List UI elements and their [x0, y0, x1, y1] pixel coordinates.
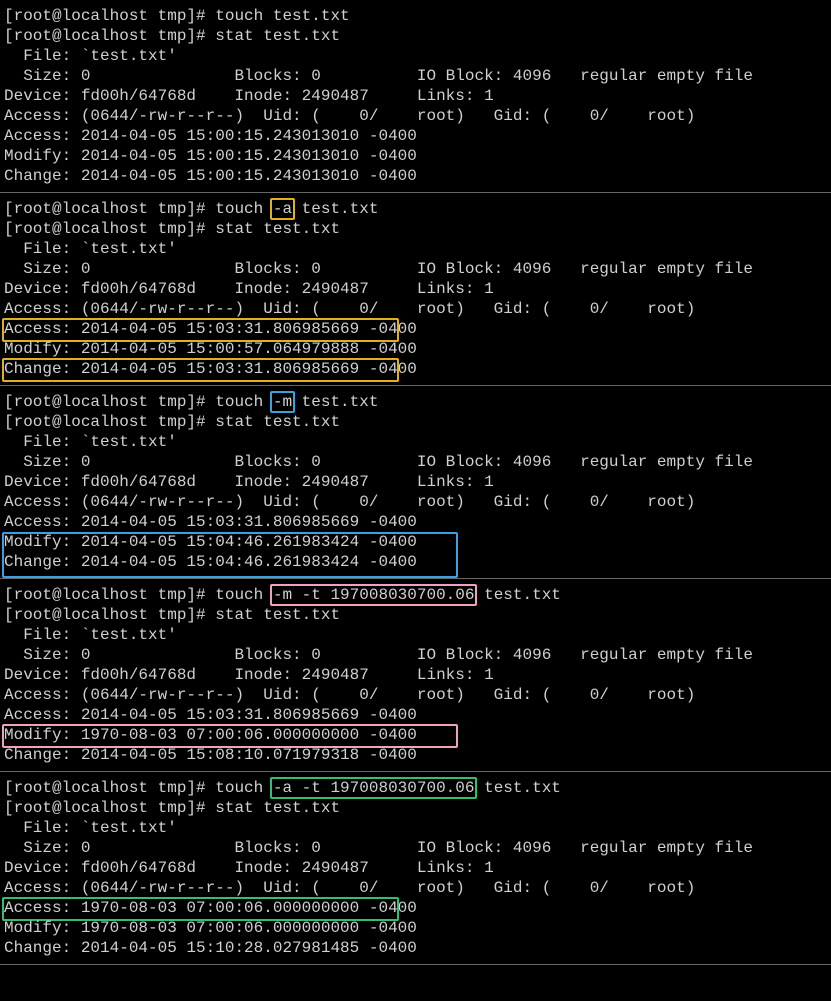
stat-file: File: `test.txt' — [4, 818, 831, 838]
stat-change: Change: 2014-04-05 15:03:31.806985669 -0… — [4, 359, 831, 379]
prompt-prefix: [root@localhost tmp]# touch — [4, 393, 273, 411]
touch-flag: -m -t 197008030700.06 — [273, 585, 475, 605]
stat-permissions: Access: (0644/-rw-r--r--) Uid: ( 0/ root… — [4, 492, 831, 512]
output-block-1: [root@localhost tmp]# touch -a test.txt[… — [0, 193, 831, 386]
stat-file: File: `test.txt' — [4, 432, 831, 452]
stat-file: File: `test.txt' — [4, 239, 831, 259]
stat-permissions: Access: (0644/-rw-r--r--) Uid: ( 0/ root… — [4, 106, 831, 126]
prompt-stat: [root@localhost tmp]# stat test.txt — [4, 605, 831, 625]
prompt-suffix: test.txt — [292, 393, 378, 411]
stat-device: Device: fd00h/64768d Inode: 2490487 Link… — [4, 858, 831, 878]
stat-access: Access: 2014-04-05 15:00:15.243013010 -0… — [4, 126, 831, 146]
flag-highlight — [270, 391, 295, 413]
prompt-touch: [root@localhost tmp]# touch test.txt — [4, 6, 831, 26]
stat-file: File: `test.txt' — [4, 625, 831, 645]
prompt-prefix: [root@localhost tmp]# touch — [4, 586, 273, 604]
stat-size: Size: 0 Blocks: 0 IO Block: 4096 regular… — [4, 66, 831, 86]
stat-device: Device: fd00h/64768d Inode: 2490487 Link… — [4, 86, 831, 106]
output-block-4: [root@localhost tmp]# touch -a -t 197008… — [0, 772, 831, 965]
prompt-stat: [root@localhost tmp]# stat test.txt — [4, 412, 831, 432]
stat-file: File: `test.txt' — [4, 46, 831, 66]
prompt-stat: [root@localhost tmp]# stat test.txt — [4, 219, 831, 239]
flag-highlight — [270, 777, 478, 799]
stat-size: Size: 0 Blocks: 0 IO Block: 4096 regular… — [4, 452, 831, 472]
stat-modify: Modify: 2014-04-05 15:00:15.243013010 -0… — [4, 146, 831, 166]
prompt-stat: [root@localhost tmp]# stat test.txt — [4, 26, 831, 46]
prompt-touch: [root@localhost tmp]# touch -a test.txt — [4, 199, 831, 219]
flag-highlight — [270, 198, 295, 220]
prompt-touch: [root@localhost tmp]# touch -a -t 197008… — [4, 778, 831, 798]
prompt-stat: [root@localhost tmp]# stat test.txt — [4, 798, 831, 818]
touch-flag: -m — [273, 392, 292, 412]
stat-device: Device: fd00h/64768d Inode: 2490487 Link… — [4, 665, 831, 685]
stat-permissions: Access: (0644/-rw-r--r--) Uid: ( 0/ root… — [4, 299, 831, 319]
flag-highlight — [270, 584, 478, 606]
stat-change: Change: 2014-04-05 15:00:15.243013010 -0… — [4, 166, 831, 186]
stat-change: Change: 2014-04-05 15:08:10.071979318 -0… — [4, 745, 831, 765]
stat-access: Access: 2014-04-05 15:03:31.806985669 -0… — [4, 705, 831, 725]
prompt-touch: [root@localhost tmp]# touch -m test.txt — [4, 392, 831, 412]
stat-device: Device: fd00h/64768d Inode: 2490487 Link… — [4, 279, 831, 299]
stat-modify: Modify: 2014-04-05 15:00:57.064979888 -0… — [4, 339, 831, 359]
stat-change: Change: 2014-04-05 15:10:28.027981485 -0… — [4, 938, 831, 958]
stat-access: Access: 2014-04-05 15:03:31.806985669 -0… — [4, 512, 831, 532]
stat-size: Size: 0 Blocks: 0 IO Block: 4096 regular… — [4, 259, 831, 279]
stat-size: Size: 0 Blocks: 0 IO Block: 4096 regular… — [4, 838, 831, 858]
stat-access: Access: 1970-08-03 07:00:06.000000000 -0… — [4, 898, 831, 918]
output-block-3: [root@localhost tmp]# touch -m -t 197008… — [0, 579, 831, 772]
terminal-output: [root@localhost tmp]# touch test.txt[roo… — [0, 0, 831, 965]
prompt-prefix: [root@localhost tmp]# touch — [4, 779, 273, 797]
stat-modify: Modify: 1970-08-03 07:00:06.000000000 -0… — [4, 725, 831, 745]
stat-modify: Modify: 2014-04-05 15:04:46.261983424 -0… — [4, 532, 831, 552]
touch-flag: -a -t 197008030700.06 — [273, 778, 475, 798]
stat-permissions: Access: (0644/-rw-r--r--) Uid: ( 0/ root… — [4, 685, 831, 705]
prompt-suffix: test.txt — [292, 200, 378, 218]
output-block-2: [root@localhost tmp]# touch -m test.txt[… — [0, 386, 831, 579]
stat-size: Size: 0 Blocks: 0 IO Block: 4096 regular… — [4, 645, 831, 665]
stat-access: Access: 2014-04-05 15:03:31.806985669 -0… — [4, 319, 831, 339]
highlight-box — [2, 358, 399, 382]
prompt-suffix: test.txt — [474, 586, 560, 604]
stat-device: Device: fd00h/64768d Inode: 2490487 Link… — [4, 472, 831, 492]
output-block-0: [root@localhost tmp]# touch test.txt[roo… — [0, 0, 831, 193]
stat-modify: Modify: 1970-08-03 07:00:06.000000000 -0… — [4, 918, 831, 938]
touch-flag: -a — [273, 199, 292, 219]
stat-permissions: Access: (0644/-rw-r--r--) Uid: ( 0/ root… — [4, 878, 831, 898]
prompt-touch: [root@localhost tmp]# touch -m -t 197008… — [4, 585, 831, 605]
prompt-prefix: [root@localhost tmp]# touch — [4, 200, 273, 218]
prompt-suffix: test.txt — [474, 779, 560, 797]
stat-change: Change: 2014-04-05 15:04:46.261983424 -0… — [4, 552, 831, 572]
